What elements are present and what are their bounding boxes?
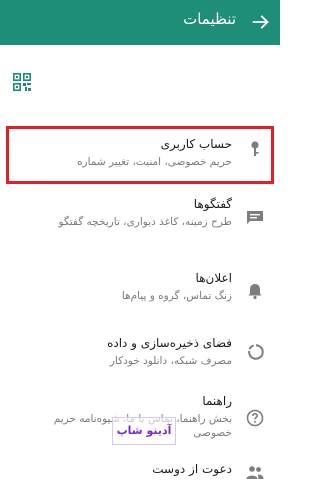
item-title: گفتگوها: [193, 197, 232, 211]
arrow-back-icon[interactable]: [250, 11, 272, 33]
item-title: فضای ذخیره‌سازی و داده: [107, 336, 232, 350]
settings-item-invite[interactable]: دعوت از دوست: [0, 461, 280, 482]
settings-item-storage[interactable]: فضای ذخیره‌سازی و داده مصرف شبکه، دانلود…: [0, 335, 280, 371]
data-usage-icon: [248, 344, 264, 360]
bell-icon: [248, 284, 262, 300]
item-subtitle: مصرف شبکه، دانلود خودکار: [109, 355, 232, 367]
item-subtitle: طرح زمینه، کاغذ دیواری، تاریخچه گفتگو: [58, 216, 233, 228]
item-title: دعوت از دوست: [152, 462, 232, 476]
settings-item-notifications[interactable]: اعلان‌ها زنگ تماس، گروه و پیام‌ها: [0, 270, 280, 306]
app-bar: تنظیمات: [0, 0, 280, 45]
item-subtitle: زنگ تماس، گروه و پیام‌ها: [121, 290, 232, 302]
people-icon: [246, 466, 264, 479]
page-title: تنظیمات: [183, 10, 236, 28]
item-title: اعلان‌ها: [195, 271, 232, 285]
settings-item-chats[interactable]: گفتگوها طرح زمینه، کاغذ دیواری، تاریخچه …: [0, 196, 280, 244]
item-title: راهنما: [202, 394, 232, 408]
chat-icon: [247, 211, 263, 224]
help-icon: [246, 409, 264, 427]
watermark-logo: آدینو شاپ: [112, 417, 176, 445]
highlight-box: [6, 126, 274, 184]
qr-code-icon[interactable]: [13, 73, 31, 91]
